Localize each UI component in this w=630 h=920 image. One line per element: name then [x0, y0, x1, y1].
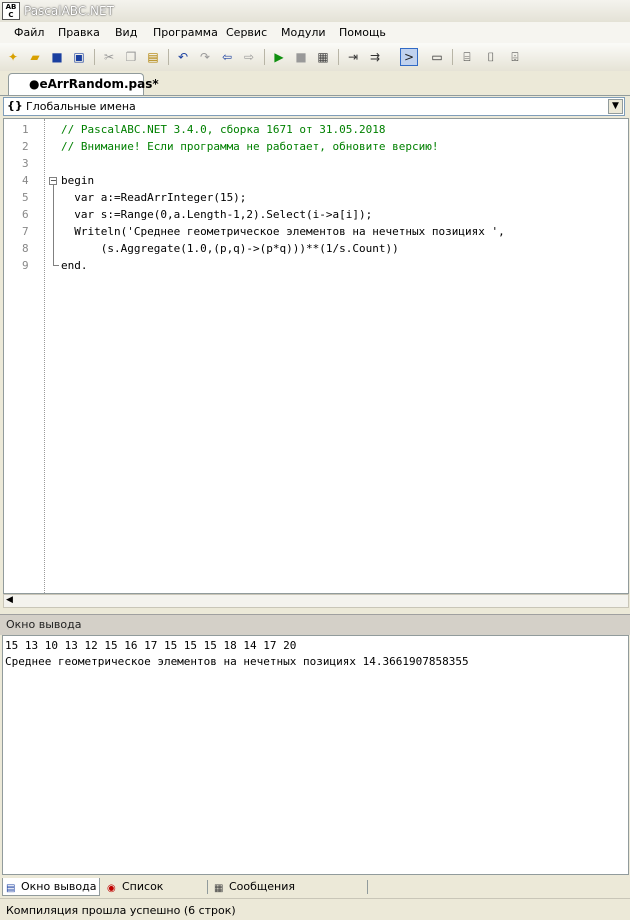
line-number: 4	[22, 174, 29, 187]
line-number-gutter: 1 2 3 4 5 6 7 8 9	[4, 119, 44, 593]
output-line: 15 13 10 13 12 15 16 17 15 15 15 18 14 1…	[5, 639, 297, 652]
step-over-icon[interactable]: ⇉	[366, 48, 384, 66]
tab-output-window[interactable]: ▤ Окно вывода	[2, 878, 100, 896]
compile-icon[interactable]: ▦	[314, 48, 332, 66]
code-line: begin	[61, 174, 95, 187]
toolbar-separator	[264, 49, 265, 65]
form-designer-icon[interactable]: ▭	[428, 48, 446, 66]
toolbar-separator	[168, 49, 169, 65]
output-window-icon: ▤	[6, 883, 16, 894]
status-bar: Компиляция прошла успешно (6 строк)	[0, 898, 630, 920]
scope-selector[interactable]: {} Глобальные имена ▼	[3, 97, 625, 116]
output-window-icon[interactable]: >	[400, 48, 418, 66]
title-bar: AB C PascalABC.NET	[0, 0, 630, 23]
code-line: (s.Aggregate(1.0,(p,q)->(p*q)))**(1/s.Co…	[61, 242, 399, 255]
line-number: 2	[22, 140, 29, 153]
output-line: Среднее геометрическое элементов на нече…	[5, 655, 469, 668]
document-tabstrip: ●eArrRandom.pas*	[0, 71, 630, 96]
code-line: // Внимание! Если программа не работает,…	[61, 140, 439, 153]
code-line: var s:=Range(0,a.Length-1,2).Select(i->a…	[61, 208, 373, 221]
tab-compiler-messages[interactable]: ▦ Сообщения компилятора	[211, 878, 371, 910]
code-editor[interactable]: 1 2 3 4 5 6 7 8 9 − // PascalABC.NET 3.4…	[3, 118, 629, 594]
menu-file[interactable]: Файл	[14, 26, 44, 39]
line-number: 8	[22, 242, 29, 255]
menu-bar: Файл Правка Вид Программа Сервис Модули …	[0, 22, 630, 43]
bottom-tabstrip: ▤ Окно вывода ◉ Список ошибок ▦ Сообщени…	[0, 877, 630, 910]
toolbar: ✦ ▰ ■ ▣ ✂ ❐ ▤ ↶ ↷ ⇦ ⇨ ▶ ■ ▦ ⇥ ⇉ > ▭ ⌸ ⌷ …	[0, 43, 630, 72]
code-line: var a:=ReadArrInteger(15);	[61, 191, 247, 204]
line-number: 6	[22, 208, 29, 221]
menu-program[interactable]: Программа	[153, 26, 218, 39]
redo-icon[interactable]: ↷	[196, 48, 214, 66]
stop-icon[interactable]: ■	[292, 48, 310, 66]
toolbar-separator	[452, 49, 453, 65]
line-number: 7	[22, 225, 29, 238]
tab-output-window-label: Окно вывода	[21, 880, 97, 893]
fold-guide-end	[53, 265, 59, 266]
gutter-divider	[44, 119, 46, 593]
fold-toggle-icon[interactable]: −	[49, 177, 57, 185]
new-file-icon[interactable]: ✦	[4, 48, 22, 66]
cut-icon[interactable]: ✂	[100, 48, 118, 66]
menu-service[interactable]: Сервис	[226, 26, 267, 39]
window-title: PascalABC.NET	[24, 4, 114, 18]
tab-earrrandom[interactable]: ●eArrRandom.pas*	[8, 73, 159, 95]
output-panel[interactable]: 15 13 10 13 12 15 16 17 15 15 15 18 14 1…	[2, 635, 629, 875]
save-all-icon[interactable]: ▣	[70, 48, 88, 66]
scroll-left-icon[interactable]: ◀	[6, 595, 13, 605]
error-list-icon: ◉	[107, 883, 116, 894]
horizontal-scrollbar[interactable]: ◀	[3, 594, 629, 608]
menu-modules[interactable]: Модули	[281, 26, 326, 39]
copy-icon[interactable]: ❐	[122, 48, 140, 66]
toolbar-separator	[338, 49, 339, 65]
step-into-icon[interactable]: ⇥	[344, 48, 362, 66]
fold-guide	[53, 185, 54, 265]
code-line: end.	[61, 259, 88, 272]
format-code-icon[interactable]: ⌸	[458, 48, 476, 66]
chevron-down-icon[interactable]: ▼	[608, 99, 623, 114]
navigate-forward-icon[interactable]: ⇨	[240, 48, 258, 66]
tab-separator	[367, 880, 368, 894]
tab-separator	[207, 880, 208, 894]
menu-view[interactable]: Вид	[115, 26, 137, 39]
app-icon: AB C	[2, 2, 20, 20]
paste-icon[interactable]: ▤	[144, 48, 162, 66]
release-build-icon[interactable]: ⌹	[506, 48, 524, 66]
status-text: Компиляция прошла успешно (6 строк)	[6, 904, 236, 917]
braces-icon: {}	[7, 99, 23, 112]
output-panel-header: Окно вывода	[0, 614, 630, 635]
run-icon[interactable]: ▶	[270, 48, 288, 66]
debug-info-icon[interactable]: ⌷	[482, 48, 500, 66]
toolbar-separator	[94, 49, 95, 65]
output-panel-title: Окно вывода	[6, 618, 82, 631]
line-number: 1	[22, 123, 29, 136]
line-number: 5	[22, 191, 29, 204]
scope-selector-value: Глобальные имена	[26, 100, 136, 113]
menu-help[interactable]: Помощь	[339, 26, 386, 39]
save-icon[interactable]: ■	[48, 48, 66, 66]
code-line: // PascalABC.NET 3.4.0, сборка 1671 от 3…	[61, 123, 386, 136]
navigate-back-icon[interactable]: ⇦	[218, 48, 236, 66]
line-number: 3	[22, 157, 29, 170]
compiler-messages-icon: ▦	[214, 883, 224, 894]
open-folder-icon[interactable]: ▰	[26, 48, 44, 66]
undo-icon[interactable]: ↶	[174, 48, 192, 66]
line-number: 9	[22, 259, 29, 272]
menu-edit[interactable]: Правка	[58, 26, 100, 39]
tab-error-list[interactable]: ◉ Список ошибок	[104, 878, 208, 910]
code-line: Writeln('Среднее геометрическое элементо…	[61, 225, 505, 238]
